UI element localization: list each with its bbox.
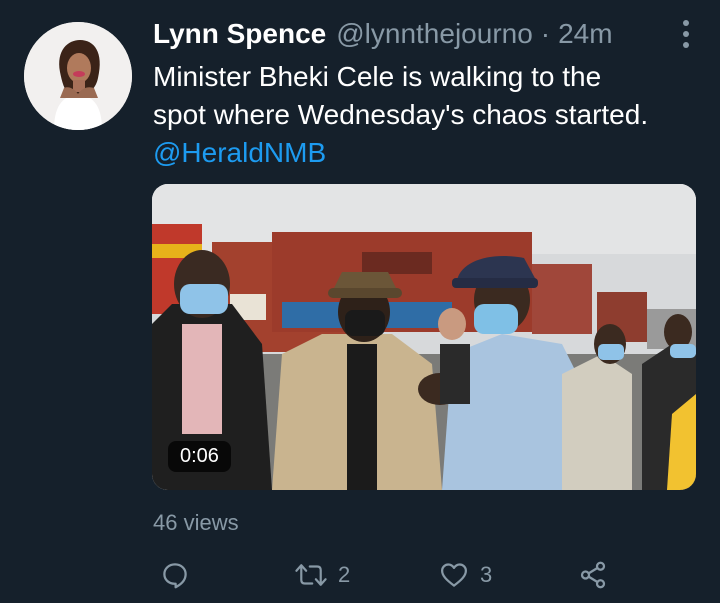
reply-icon [163,563,187,589]
author-name[interactable]: Lynn Spence [153,18,326,50]
view-count: 46 views [153,510,239,535]
tweet-timestamp[interactable]: 24m [558,18,612,50]
author-handle[interactable]: @lynnthejourno [336,18,533,50]
mention-link[interactable]: @HeraldNMB [153,134,693,172]
more-vertical-icon[interactable] [678,20,694,50]
retweet-button[interactable]: 2 [294,555,350,595]
separator-dot: · [540,18,551,49]
video-player[interactable] [152,184,696,490]
author-avatar[interactable] [24,22,132,130]
share-icon [580,561,606,589]
retweet-icon [295,564,327,586]
tweet-actions: 2 3 [152,555,622,595]
video-frame [152,184,696,490]
share-button[interactable] [578,555,608,595]
heart-icon [441,563,467,587]
tweet-text-line-2: spot where Wednesday's chaos started. [153,99,649,130]
like-count: 3 [480,562,493,587]
tweet-header: Lynn Spence @lynnthejourno · 24m [153,17,700,51]
tweet-text: Minister Bheki Cele is walking to the sp… [153,58,693,172]
reply-button[interactable] [160,555,200,595]
avatar-image [24,22,132,130]
retweet-count: 2 [338,562,351,587]
tweet-text-line-1: Minister Bheki Cele is walking to the [153,61,602,92]
like-button[interactable]: 3 [438,555,492,595]
video-duration-badge: 0:06 [168,441,231,472]
